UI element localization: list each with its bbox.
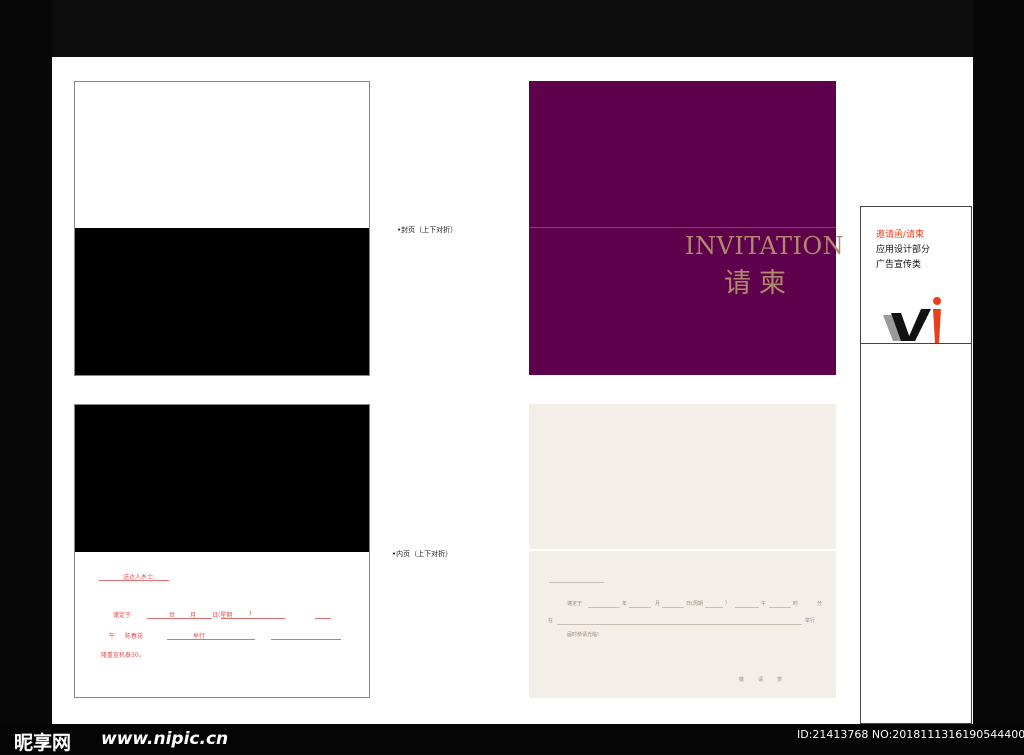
watermark-site: www.nipic.cn bbox=[101, 729, 229, 749]
inner-design-underline bbox=[769, 607, 791, 608]
inner-design-date-label: 谨定于 bbox=[567, 601, 583, 607]
inner-design-sign-1: 敬 bbox=[739, 677, 745, 683]
watermark-id: ID:21413768 NO:20181113161905444000 bbox=[797, 728, 1024, 741]
inner-template-underline bbox=[167, 639, 255, 640]
inner-template-black-half bbox=[75, 405, 369, 552]
inner-template-underline bbox=[99, 580, 169, 581]
inner-fold-note: •内页（上下对折） bbox=[392, 550, 453, 558]
inner-template-underline bbox=[221, 618, 285, 619]
inner-template-date-close: ) bbox=[249, 610, 252, 617]
inner-design-underline bbox=[705, 607, 723, 608]
side-info-panel: 邀请函/请柬 应用设计部分 广告宣传类 bbox=[860, 206, 972, 724]
side-category-title: 邀请函/请柬 bbox=[876, 230, 925, 240]
vi-logo bbox=[881, 287, 951, 343]
inner-design-place-line bbox=[557, 624, 802, 625]
inner-design-underline bbox=[735, 607, 759, 608]
inner-template-underline bbox=[315, 618, 331, 619]
inner-design-sign-3: 赏 bbox=[777, 677, 783, 683]
inner-design-time-noon: 午 bbox=[761, 601, 767, 607]
cover-fold-line bbox=[529, 227, 836, 228]
inner-template-underline bbox=[147, 618, 212, 619]
watermark-brand: 昵享网 bbox=[14, 732, 72, 754]
inner-design-time-minute: 分 bbox=[817, 601, 823, 607]
inner-design-date-close: ) bbox=[725, 600, 727, 606]
inner-design-sign-2: 请 bbox=[758, 677, 764, 683]
side-category-ad: 广告宣传类 bbox=[876, 260, 922, 270]
cover-title-cn: 请柬 bbox=[724, 268, 794, 299]
cover-fold-note: •封页（上下对折） bbox=[397, 226, 458, 234]
side-category-app: 应用设计部分 bbox=[876, 245, 931, 255]
inner-design-date-month: 月 bbox=[655, 601, 661, 607]
vi-logo-graphic bbox=[883, 297, 941, 343]
inner-design-addressee-line bbox=[549, 582, 604, 583]
inner-template-date-year: 世 bbox=[169, 612, 176, 619]
inner-template-closing: 隆重宣机泰30。 bbox=[101, 652, 145, 659]
inner-design-card: 谨定于 年 月 日(周期 ) 午 时 分 在 举行 届时恭请光临! 敬 请 赏 bbox=[529, 404, 836, 698]
top-dark-strip bbox=[52, 0, 973, 57]
cover-template-black-half bbox=[75, 228, 369, 375]
inner-design-place-label: 在 bbox=[548, 618, 554, 624]
cover-template-card bbox=[74, 81, 370, 376]
inner-fold-line bbox=[529, 549, 836, 551]
inner-design-date-day: 日(周期 bbox=[686, 601, 703, 607]
inner-template-date-label: 谨定于 bbox=[113, 612, 132, 619]
watermark-footer: 昵享网 www.nipic.cn ID:21413768 NO:20181113… bbox=[0, 724, 1024, 754]
inner-template-place: 陈春花 bbox=[125, 633, 144, 640]
inner-template-card: 送达人乡士: 谨定于 世 月 日(星期 ) 午 陈春花 举行 隆重宣机泰30。 bbox=[74, 404, 370, 698]
inner-design-held: 举行 bbox=[805, 618, 816, 624]
inner-design-date-year: 年 bbox=[622, 601, 628, 607]
inner-design-underline bbox=[629, 607, 651, 608]
inner-template-date-month: 月 bbox=[190, 612, 197, 619]
inner-template-time-label: 午 bbox=[109, 633, 116, 640]
inner-design-welcome: 届时恭请光临! bbox=[567, 632, 600, 638]
inner-design-underline bbox=[662, 607, 684, 608]
inner-template-underline bbox=[271, 639, 341, 640]
inner-design-underline bbox=[588, 607, 620, 608]
inner-design-time-hour: 时 bbox=[793, 601, 799, 607]
side-info-header: 邀请函/请柬 应用设计部分 广告宣传类 bbox=[861, 207, 971, 344]
cover-design-card: INVITATION 请柬 bbox=[529, 81, 844, 375]
cover-title-en: INVITATION bbox=[685, 232, 845, 260]
inner-template-held: 举行 bbox=[193, 633, 206, 640]
